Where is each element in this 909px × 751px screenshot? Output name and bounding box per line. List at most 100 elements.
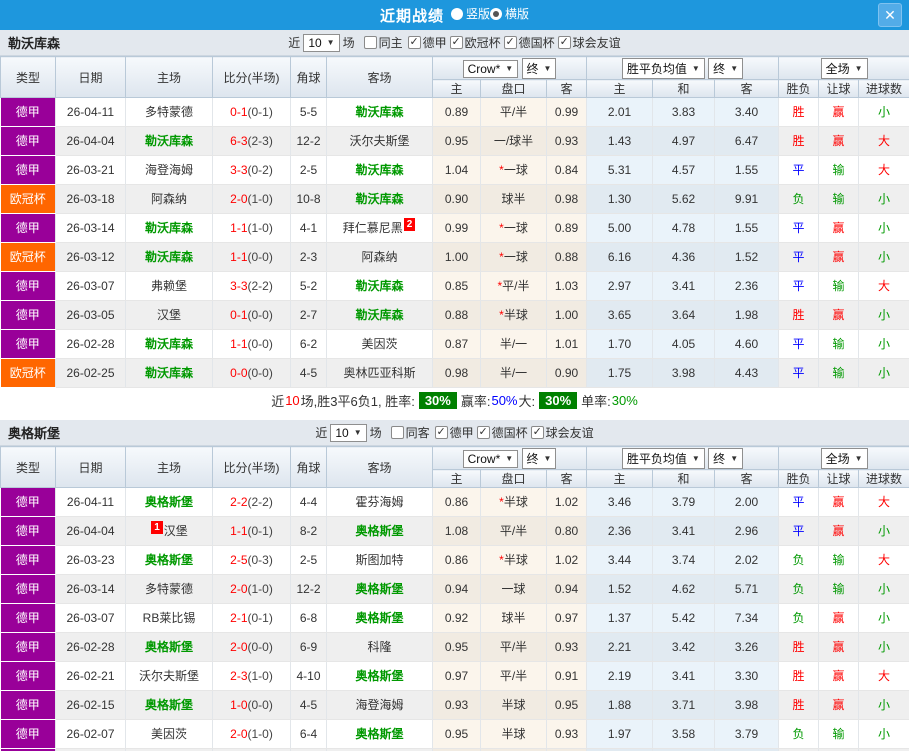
home-odds: 0.85 <box>433 272 481 301</box>
away-odds: 1.03 <box>547 272 587 301</box>
matches-label: 场 <box>370 424 382 441</box>
away-team: 勒沃库森 <box>327 301 433 330</box>
result-outcome: 平 <box>779 156 819 185</box>
goals-outcome: 小 <box>859 359 909 388</box>
header-group-row: 类型日期主场比分(半场)角球客场Crow*▼ 终▼胜平负均值▼ 终▼全场▼ <box>1 57 909 80</box>
avg-home-odds: 1.70 <box>587 330 653 359</box>
handicap-text: 平/半 <box>502 279 529 293</box>
league-filter-checkbox-1[interactable]: ✓欧冠杯 <box>450 34 501 51</box>
handicap-text: 半/一 <box>500 366 527 380</box>
league-filter-checkbox-2[interactable]: ✓球会友谊 <box>531 424 594 441</box>
handicap-outcome: 输 <box>819 546 859 575</box>
match-score: 2-0(0-0) <box>213 633 291 662</box>
avg-away-odds: 5.71 <box>715 575 779 604</box>
match-count-select-label: 10 <box>335 426 348 440</box>
handicap-text: 球半 <box>501 611 525 625</box>
handicap-outcome: 赢 <box>819 98 859 127</box>
league-badge: 德甲 <box>1 575 56 604</box>
away-team-name: 勒沃库森 <box>355 192 403 206</box>
avg-state-select[interactable]: 终▼ <box>708 58 743 79</box>
handicap-line: 半/一 <box>481 359 547 388</box>
checkbox-icon <box>364 36 377 49</box>
scope-select[interactable]: 全场▼ <box>821 448 868 469</box>
header-group-row: 类型日期主场比分(半场)角球客场Crow*▼ 终▼胜平负均值▼ 终▼全场▼ <box>1 447 909 470</box>
away-team: 奥格斯堡 <box>327 720 433 749</box>
goals-outcome: 小 <box>859 301 909 330</box>
summary-part: 赢率: <box>461 391 491 410</box>
match-count-select-label: 10 <box>308 36 321 50</box>
home-team: 奥格斯堡 <box>126 633 213 662</box>
avg-type-select[interactable]: 胜平负均值▼ <box>622 448 705 469</box>
avg-draw-odds: 3.71 <box>653 691 715 720</box>
match-date: 26-04-04 <box>56 517 126 546</box>
scope-header-cell: 全场▼ <box>779 447 909 470</box>
avg-away-odds: 1.52 <box>715 243 779 272</box>
radio-label: 竖版 <box>466 5 490 22</box>
home-odds: 0.87 <box>433 330 481 359</box>
fulltime-score: 3-3 <box>230 163 247 177</box>
match-score: 1-0(0-0) <box>213 691 291 720</box>
fulltime-score: 2-2 <box>230 495 247 509</box>
same-venue-checkbox[interactable]: 同主 <box>364 34 403 51</box>
goals-outcome: 小 <box>859 243 909 272</box>
match-date: 26-02-28 <box>56 633 126 662</box>
avg-state-select[interactable]: 终▼ <box>708 448 743 469</box>
league-badge: 德甲 <box>1 546 56 575</box>
layout-radio-horizontal[interactable]: 横版 <box>490 5 529 22</box>
avg-home-odds: 3.44 <box>587 546 653 575</box>
league-filter-checkbox-2[interactable]: ✓德国杯 <box>504 34 555 51</box>
away-odds: 1.02 <box>547 546 587 575</box>
odds-state-select[interactable]: 终▼ <box>522 448 557 469</box>
home-team-name: 多特蒙德 <box>145 582 193 596</box>
league-filter-checkbox-0[interactable]: ✓德甲 <box>435 424 474 441</box>
result-outcome: 胜 <box>779 633 819 662</box>
avg-type-select[interactable]: 胜平负均值▼ <box>622 58 705 79</box>
away-team-name: 拜仁慕尼黑 <box>343 221 403 235</box>
league-badge: 德甲 <box>1 633 56 662</box>
scope-select[interactable]: 全场▼ <box>821 58 868 79</box>
close-button[interactable]: ✕ <box>878 3 902 27</box>
away-odds: 0.84 <box>547 156 587 185</box>
checkbox-icon: ✓ <box>558 36 571 49</box>
league-filter-checkbox-1-label: 德国杯 <box>492 424 528 441</box>
fulltime-score: 1-1 <box>230 250 247 264</box>
match-row: 欧冠杯26-03-12勒沃库森1-1(0-0)2-3阿森纳1.00*一球0.88… <box>1 243 909 272</box>
fulltime-score: 3-3 <box>230 279 247 293</box>
odds-source-select[interactable]: Crow*▼ <box>463 450 519 468</box>
avg-draw-odds: 3.58 <box>653 720 715 749</box>
match-count-select[interactable]: 10 ▼ <box>330 424 366 442</box>
halftime-score: (0-2) <box>248 163 273 177</box>
league-filter-checkbox-3[interactable]: ✓球会友谊 <box>558 34 621 51</box>
league-filter-checkbox-0[interactable]: ✓德甲 <box>408 34 447 51</box>
league-badge: 德甲 <box>1 330 56 359</box>
home-team-name: 沃尔夫斯堡 <box>139 669 199 683</box>
halftime-score: (0-0) <box>248 308 273 322</box>
odds-source-select[interactable]: Crow*▼ <box>463 60 519 78</box>
same-venue-checkbox-label: 同客 <box>406 424 430 441</box>
match-score: 0-1(0-0) <box>213 301 291 330</box>
avg-home-odds: 5.00 <box>587 214 653 243</box>
odds-source-select-label: Crow* <box>468 62 501 76</box>
sub-header-1: 盘口 <box>481 80 547 98</box>
handicap-line: 半球 <box>481 691 547 720</box>
league-badge: 德甲 <box>1 98 56 127</box>
away-odds: 0.94 <box>547 575 587 604</box>
away-team: 美因茨 <box>327 330 433 359</box>
handicap-outcome: 输 <box>819 359 859 388</box>
odds-state-select[interactable]: 终▼ <box>522 58 557 79</box>
column-header-2: 主场 <box>126 447 213 488</box>
layout-radio-vertical[interactable]: 竖版 <box>451 5 490 22</box>
match-score: 1-1(0-0) <box>213 243 291 272</box>
recent-results-window: 近期战绩 竖版横版 ✕ 勒沃库森近10▼场同主✓德甲✓欧冠杯✓德国杯✓球会友谊类… <box>0 0 909 751</box>
match-count-select[interactable]: 10▼ <box>303 34 339 52</box>
league-filter-checkbox-1[interactable]: ✓德国杯 <box>477 424 528 441</box>
match-row: 德甲26-04-11奥格斯堡2-2(2-2)4-4霍芬海姆0.86*半球1.02… <box>1 488 909 517</box>
corner-score: 2-5 <box>291 156 327 185</box>
same-venue-checkbox[interactable]: 同客 <box>391 424 430 441</box>
column-header-1: 日期 <box>56 57 126 98</box>
fulltime-score: 2-0 <box>230 582 247 596</box>
chevron-down-icon: ▼ <box>354 428 362 437</box>
match-score: 1-1(1-0) <box>213 214 291 243</box>
league-badge: 德甲 <box>1 156 56 185</box>
chevron-down-icon: ▼ <box>730 454 738 463</box>
